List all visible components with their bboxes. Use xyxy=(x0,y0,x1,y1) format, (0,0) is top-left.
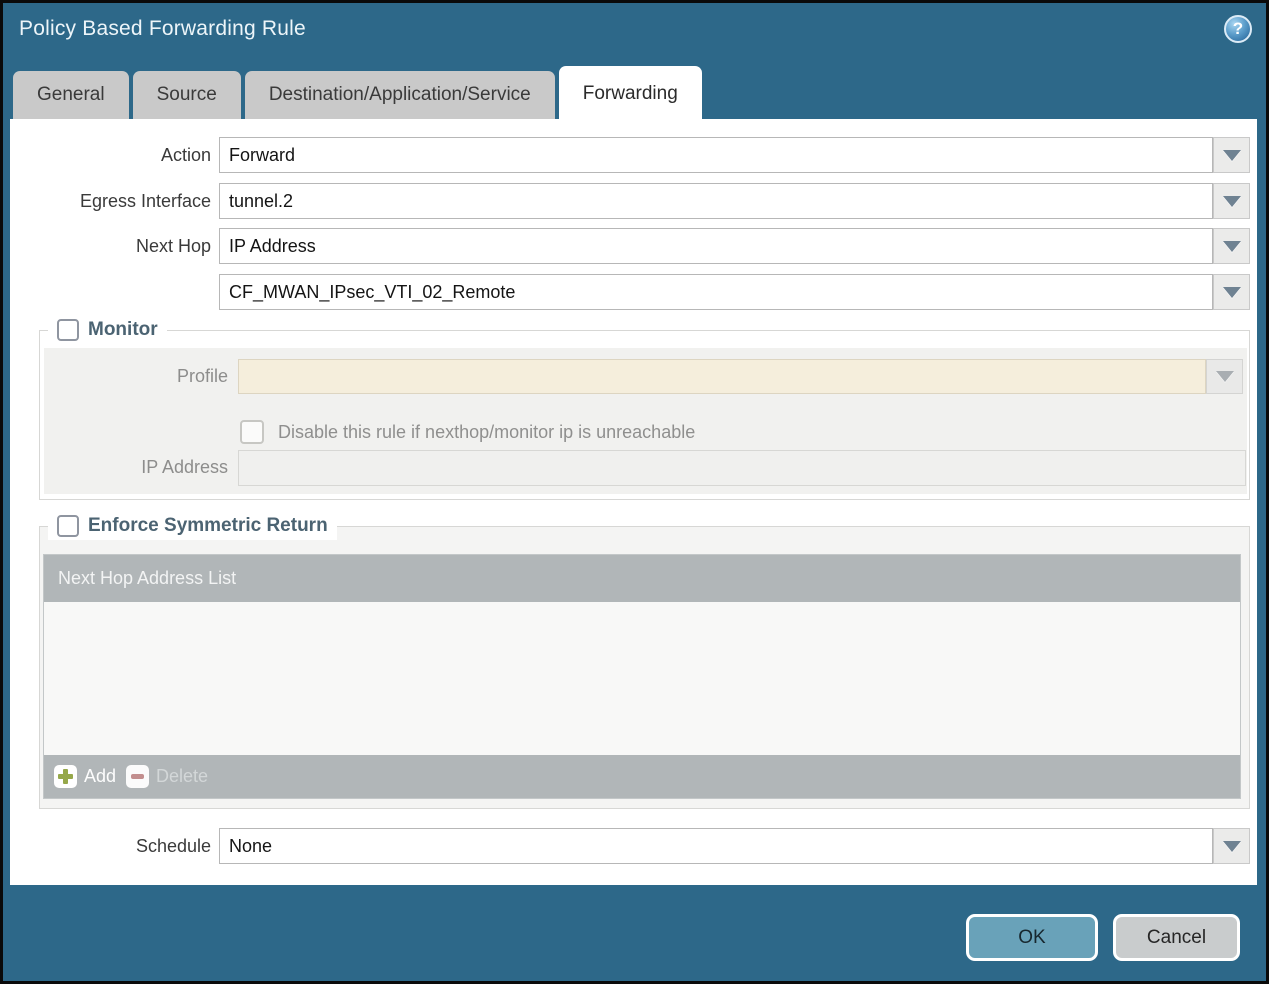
ok-button[interactable]: OK xyxy=(966,914,1098,961)
chevron-down-icon xyxy=(1215,371,1234,382)
chevron-down-icon xyxy=(1222,840,1241,852)
symmetric-return-fieldset: Enforce Symmetric Return Next Hop Addres… xyxy=(39,512,1250,809)
egress-interface-select[interactable]: tunnel.2 xyxy=(219,183,1213,219)
add-button-label: Add xyxy=(84,766,117,786)
minus-icon xyxy=(126,765,150,788)
next-hop-dropdown-button[interactable] xyxy=(1213,228,1250,264)
cancel-button[interactable]: Cancel xyxy=(1113,914,1240,961)
symmetric-return-legend-label: Enforce Symmetric Return xyxy=(88,515,328,536)
tab-forwarding[interactable]: Forwarding xyxy=(558,66,702,119)
monitor-fieldset: Monitor Profile Disable this rule if nex… xyxy=(39,316,1250,500)
next-hop-address-list-header: Next Hop Address List xyxy=(44,555,1240,602)
forwarding-tab-panel: Action Forward Egress Interface tunnel.2… xyxy=(10,119,1257,885)
symmetric-return-legend: Enforce Symmetric Return xyxy=(48,512,337,540)
chevron-down-icon xyxy=(1222,149,1241,161)
delete-button: Delete xyxy=(126,765,208,788)
tab-destination-application-service[interactable]: Destination/Application/Service xyxy=(244,71,555,119)
next-hop-address-list-toolbar: Add Delete xyxy=(44,755,1240,798)
plus-icon xyxy=(54,765,77,788)
next-hop-address-list-body[interactable] xyxy=(44,602,1240,755)
disable-rule-checkbox xyxy=(240,420,264,444)
next-hop-label: Next Hop xyxy=(135,235,211,256)
next-hop-address-select[interactable]: CF_MWAN_IPsec_VTI_02_Remote xyxy=(219,274,1213,310)
add-button[interactable]: Add xyxy=(54,765,116,788)
tab-source[interactable]: Source xyxy=(132,71,241,119)
monitor-legend: Monitor xyxy=(48,316,167,344)
next-hop-address-table: Next Hop Address List Add Delete xyxy=(43,554,1241,799)
profile-label: Profile xyxy=(176,366,228,386)
monitor-legend-label: Monitor xyxy=(88,319,158,340)
monitor-panel: Profile Disable this rule if nexthop/mon… xyxy=(44,348,1247,494)
dialog-title: Policy Based Forwarding Rule xyxy=(19,17,306,40)
schedule-dropdown-button[interactable] xyxy=(1213,828,1250,864)
egress-interface-label: Egress Interface xyxy=(79,190,211,211)
tab-bar: General Source Destination/Application/S… xyxy=(13,66,702,119)
chevron-down-icon xyxy=(1222,240,1241,252)
monitor-ip-address-input xyxy=(238,450,1246,486)
delete-button-label: Delete xyxy=(156,766,209,786)
chevron-down-icon xyxy=(1222,195,1241,207)
next-hop-address-dropdown-button[interactable] xyxy=(1213,274,1250,310)
action-select[interactable]: Forward xyxy=(219,137,1213,173)
schedule-label: Schedule xyxy=(135,835,211,856)
chevron-down-icon xyxy=(1222,286,1241,298)
action-dropdown-button[interactable] xyxy=(1213,137,1250,173)
monitor-ip-address-label: IP Address xyxy=(141,457,228,477)
disable-rule-label: Disable this rule if nexthop/monitor ip … xyxy=(278,422,696,442)
action-label: Action xyxy=(160,144,211,165)
profile-select xyxy=(238,359,1206,394)
next-hop-select[interactable]: IP Address xyxy=(219,228,1213,264)
help-icon[interactable]: ? xyxy=(1224,15,1252,43)
monitor-checkbox[interactable] xyxy=(57,319,79,341)
egress-interface-dropdown-button[interactable] xyxy=(1213,183,1250,219)
pbf-rule-dialog: Policy Based Forwarding Rule ? General S… xyxy=(0,0,1269,984)
tab-general[interactable]: General xyxy=(13,71,129,119)
symmetric-return-checkbox[interactable] xyxy=(57,515,79,537)
schedule-select[interactable]: None xyxy=(219,828,1213,864)
profile-dropdown-button xyxy=(1206,359,1243,394)
